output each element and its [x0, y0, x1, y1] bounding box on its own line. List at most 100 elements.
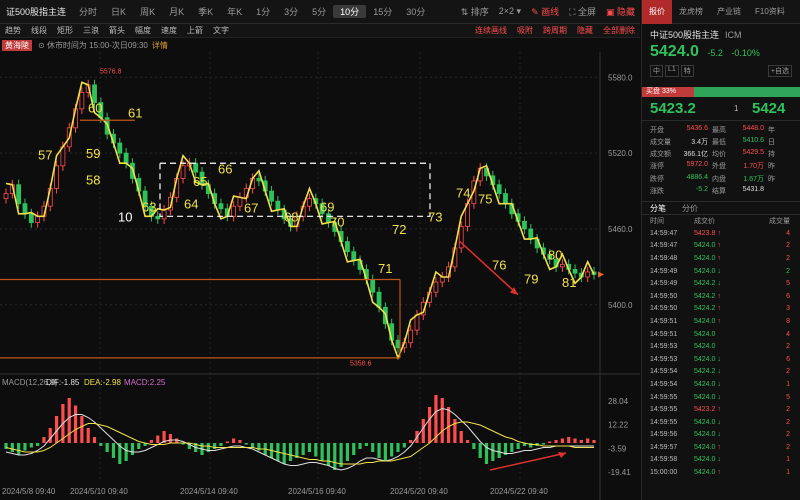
draw-tool[interactable]: 速度 [156, 25, 182, 36]
stat-label: 涨停 [650, 163, 664, 171]
stat-value: 1.70万 [743, 163, 764, 171]
trade-price: 5423.2 ↑ [694, 406, 750, 413]
macd-histogram-bar [421, 419, 425, 443]
period-tab[interactable]: 10分 [333, 5, 367, 18]
draw-button[interactable]: ✎ 画线 [526, 5, 564, 18]
layout-button[interactable]: 2×2 ▾ [494, 6, 526, 17]
candle-body [161, 209, 167, 220]
trade-time: 14:59:55 [650, 418, 678, 426]
kline-chart[interactable]: 5580.0 5520.0 5460.0 5400.0 5576.8 5358.6 57 60… [0, 52, 640, 500]
trade-price-value: 5424.0 [694, 443, 716, 451]
macd-histogram-bar [232, 438, 236, 443]
consolidation-box [159, 162, 431, 217]
macd-tick-label: -19.41 [608, 468, 631, 477]
panel-mode-button[interactable]: L1 [665, 65, 679, 77]
trade-volume: 6 [786, 355, 790, 363]
draw-label: 画线 [541, 7, 560, 17]
draw-tool[interactable]: 矩形 [52, 25, 78, 36]
draw-tool[interactable]: 三浪 [78, 25, 104, 36]
trade-volume: 4 [786, 229, 790, 237]
wave-count-label: 71 [378, 261, 392, 276]
draw-tool[interactable]: 幅度 [130, 25, 156, 36]
time-axis-label: 2024/5/8 09:40 [2, 487, 56, 496]
stat-value: 366.1亿 [683, 151, 708, 159]
trade-price: 5424.0 ↓ [694, 394, 750, 401]
period-tab[interactable]: 分时 [72, 5, 104, 18]
sort-label: 排序 [470, 7, 489, 17]
price-change-pct: -0.10% [731, 48, 760, 58]
trade-row: 15:00:00 5424.0 ↑ 1 [642, 466, 800, 479]
draw-tool[interactable]: 箭头 [104, 25, 130, 36]
panel-tab[interactable]: 产业链 [710, 6, 748, 17]
candle-body [351, 251, 357, 261]
candle-body [269, 190, 274, 202]
trade-time: 14:59:54 [650, 380, 678, 388]
trade-arrow-icon: ↑ [717, 229, 721, 237]
panel-tab[interactable]: 龙虎榜 [672, 6, 710, 17]
stat-label: 年 [768, 127, 775, 134]
source-badge: 黄海陵 [2, 39, 32, 51]
draw-tool[interactable]: 文字 [208, 25, 234, 36]
trade-volume: 1 [786, 456, 790, 464]
period-tab[interactable]: 3分 [277, 5, 305, 18]
draw-option[interactable]: 连续画线 [470, 25, 512, 36]
trade-price: 5424.0 ↑ [694, 469, 750, 476]
detail-link[interactable]: 详情 [148, 40, 168, 51]
trade-time: 14:59:54 [650, 368, 678, 376]
trade-price-value: 5424.0 [694, 330, 716, 338]
panel-tab[interactable]: 报价 [642, 0, 672, 24]
macd-tick-label: -3.59 [608, 444, 627, 453]
period-tab[interactable]: 周K [133, 5, 162, 18]
trade-price: 5424.0 ↓ [694, 356, 750, 363]
wave-count-label: 58 [86, 173, 100, 188]
fullscreen-button[interactable]: ⛶ 全屏 [564, 5, 601, 18]
stat-label: 涨跌 [650, 187, 664, 195]
period-tab[interactable]: 日K [104, 5, 133, 18]
trend-arrow [459, 241, 519, 296]
trade-time: 14:59:53 [650, 355, 678, 363]
add-watchlist-button[interactable]: +自选 [767, 65, 792, 77]
macd-histogram-bar [73, 405, 78, 443]
stat-label: 成交量 [650, 139, 671, 147]
macd-histogram-bar [548, 441, 552, 443]
draw-tool[interactable]: 上箭 [182, 25, 208, 36]
trade-time: 14:59:49 [650, 280, 678, 288]
price-tick-label: 5400.0 [608, 301, 633, 310]
trade-tab[interactable]: 分笔 [642, 203, 674, 214]
period-tab[interactable]: 15分 [366, 5, 399, 18]
period-tab[interactable]: 季K [191, 5, 220, 18]
candle-body [528, 228, 534, 240]
trade-row: 14:59:55 5423.2 ↑ 2 [642, 403, 800, 416]
candle-body [35, 215, 41, 224]
hide-button[interactable]: ▣ 隐藏 [601, 5, 640, 18]
trade-row: 14:59:56 5424.0 ↓ 2 [642, 429, 800, 442]
draw-tool[interactable]: 线段 [26, 25, 52, 36]
trade-arrow-icon: ↓ [717, 280, 721, 288]
period-tab[interactable]: 年K [220, 5, 249, 18]
period-tab[interactable]: 5分 [305, 5, 333, 18]
draw-tool[interactable]: 趋势 [0, 25, 26, 36]
period-tab[interactable]: 月K [162, 5, 191, 18]
draw-option[interactable]: 吸附 [512, 25, 538, 36]
trade-tab[interactable]: 分价 [674, 203, 706, 214]
candle-body [414, 314, 420, 331]
macd-histogram-bar [17, 443, 21, 455]
draw-option[interactable]: 跨周期 [538, 25, 572, 36]
sort-button[interactable]: ⇅ 排序 [456, 5, 494, 18]
wave-count-label: 70 [330, 214, 344, 229]
candle-body [193, 162, 199, 173]
macd-histogram-bar [320, 443, 324, 461]
draw-option[interactable]: 全部删除 [598, 25, 640, 36]
period-tab[interactable]: 1分 [249, 5, 277, 18]
panel-tab[interactable]: F10资料 [748, 6, 792, 17]
trade-arrow-icon: ↓ [717, 267, 721, 275]
panel-mode-button[interactable]: 中 [650, 65, 663, 77]
macd-histogram-bar [42, 437, 46, 443]
low-price-label: 5358.6 [350, 360, 372, 367]
stat-value: 1.67万 [743, 175, 764, 183]
panel-mode-button[interactable]: 特 [680, 65, 694, 77]
macd-tick-label: 28.04 [608, 397, 629, 406]
draw-option[interactable]: 隐藏 [572, 25, 598, 36]
period-tab[interactable]: 30分 [399, 5, 432, 18]
trade-row: 14:59:53 5424.0 2 [642, 340, 800, 353]
